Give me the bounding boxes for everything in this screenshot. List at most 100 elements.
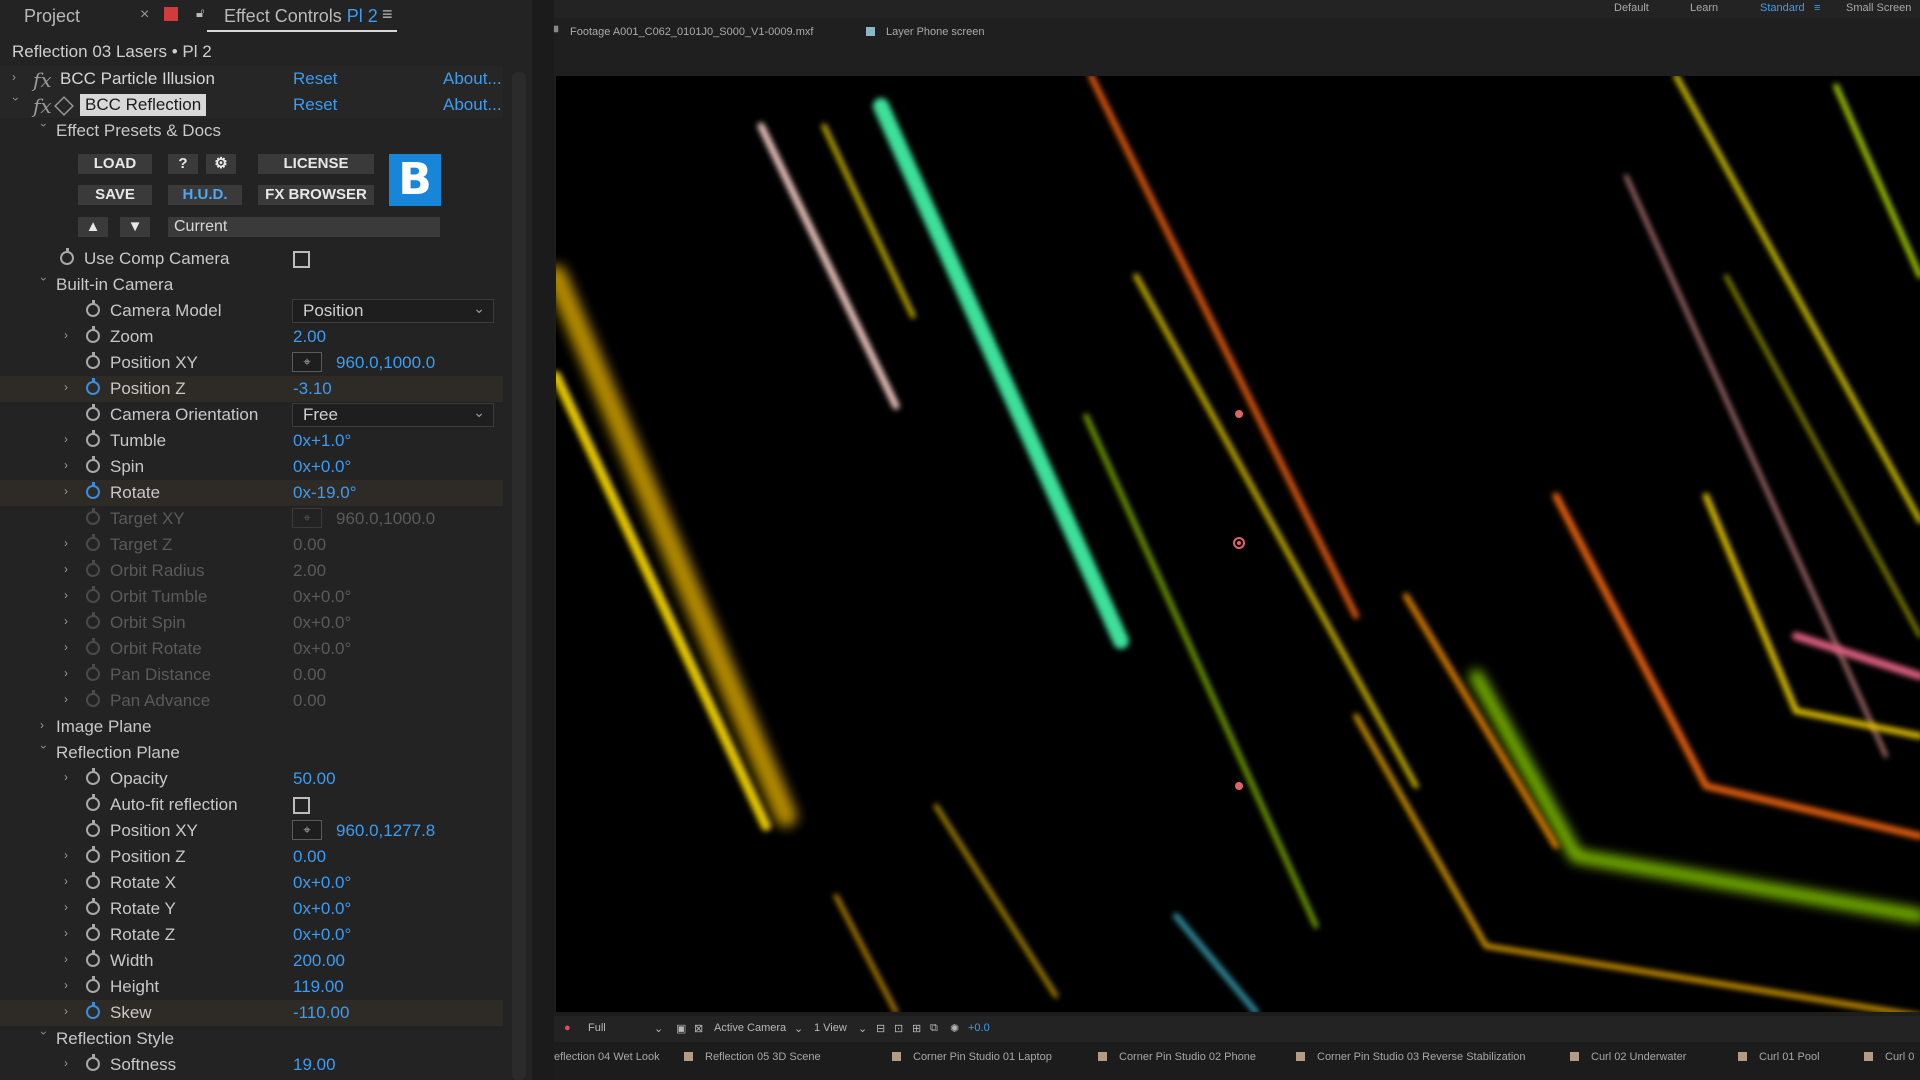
- stopwatch-icon[interactable]: [86, 794, 100, 811]
- stopwatch-icon[interactable]: [86, 326, 100, 343]
- composition-viewport[interactable]: [556, 76, 1920, 1012]
- prop-opacity[interactable]: › Opacity 50.00: [0, 766, 503, 792]
- prop-value[interactable]: 0x+1.0°: [293, 431, 351, 451]
- twirl-closed-icon[interactable]: ›: [64, 875, 74, 887]
- camera-dropdown[interactable]: Active Camera: [714, 1022, 786, 1034]
- prop-rotate[interactable]: › Rotate 0x-19.0°: [0, 480, 503, 506]
- stopwatch-icon[interactable]: [86, 456, 100, 473]
- group-reflection-plane[interactable]: › Reflection Plane: [0, 740, 503, 766]
- twirl-closed-icon[interactable]: ›: [64, 485, 74, 497]
- comp-tab[interactable]: eflection 04 Wet Look: [554, 1051, 660, 1063]
- stopwatch-active-icon[interactable]: [86, 1002, 100, 1019]
- prop-position-xy[interactable]: Position XY ⌖ 960.0,1000.0: [0, 350, 503, 376]
- prop-value[interactable]: 19.00: [293, 1055, 336, 1075]
- twirl-closed-icon[interactable]: ›: [64, 433, 74, 445]
- exposure-icon[interactable]: ✺: [950, 1022, 959, 1035]
- prop-position-z[interactable]: › Position Z -3.10: [0, 376, 503, 402]
- stopwatch-icon[interactable]: [86, 820, 100, 837]
- prop-skew[interactable]: › Skew -110.00: [0, 1000, 503, 1026]
- prop-rotate-z[interactable]: › Rotate Z 0x+0.0°: [0, 922, 503, 948]
- exposure-value[interactable]: +0.0: [968, 1022, 990, 1034]
- region-of-interest-icon[interactable]: ▣: [676, 1022, 686, 1035]
- chevron-down-icon[interactable]: ⌄: [654, 1022, 663, 1035]
- comp-tab[interactable]: Corner Pin Studio 01 Laptop: [892, 1051, 1052, 1063]
- twirl-closed-icon[interactable]: ›: [64, 329, 74, 341]
- stopwatch-icon[interactable]: [86, 430, 100, 447]
- stopwatch-icon[interactable]: [86, 976, 100, 993]
- workspace-learn[interactable]: Learn: [1690, 2, 1718, 14]
- prop-value[interactable]: 50.00: [293, 769, 336, 789]
- tab-layer[interactable]: Layer Phone screen: [886, 26, 984, 38]
- camera-model-dropdown[interactable]: Position ⌄: [292, 299, 494, 323]
- twirl-closed-icon[interactable]: ›: [64, 1057, 74, 1069]
- prop-value[interactable]: 960.0,1277.8: [336, 821, 435, 841]
- prop-value[interactable]: 0x+0.0°: [293, 457, 351, 477]
- prop-width[interactable]: › Width 200.00: [0, 948, 503, 974]
- prop-rotate-y[interactable]: › Rotate Y 0x+0.0°: [0, 896, 503, 922]
- panel-divider[interactable]: [532, 0, 554, 1080]
- twirl-closed-icon[interactable]: ›: [64, 979, 74, 991]
- timeline-icon[interactable]: ⊞: [912, 1022, 921, 1035]
- prop-value[interactable]: 200.00: [293, 951, 345, 971]
- stopwatch-icon[interactable]: [86, 846, 100, 863]
- resolution-dropdown[interactable]: Full: [588, 1022, 606, 1034]
- stopwatch-active-icon[interactable]: [86, 378, 100, 395]
- twirl-closed-icon[interactable]: ›: [64, 849, 74, 861]
- transparency-grid-icon[interactable]: ⊠: [694, 1022, 703, 1035]
- twirl-closed-icon[interactable]: ›: [64, 901, 74, 913]
- prop-value[interactable]: 2.00: [293, 327, 326, 347]
- twirl-closed-icon[interactable]: ›: [64, 381, 74, 393]
- color-picker-icon[interactable]: ●: [564, 1022, 571, 1034]
- twirl-closed-icon[interactable]: ›: [64, 1005, 74, 1017]
- prop-tumble[interactable]: › Tumble 0x+1.0°: [0, 428, 503, 454]
- comp-tab[interactable]: Corner Pin Studio 03 Reverse Stabilizati…: [1296, 1051, 1526, 1063]
- twirl-open-icon[interactable]: ›: [37, 745, 51, 755]
- workspace-standard[interactable]: Standard: [1760, 2, 1805, 14]
- prop-value[interactable]: 0x+0.0°: [293, 925, 351, 945]
- panel-scrollbar[interactable]: [512, 72, 526, 1080]
- chevron-down-icon[interactable]: ⌄: [794, 1022, 803, 1035]
- prop-value[interactable]: -110.00: [293, 1003, 349, 1023]
- comp-tab[interactable]: Corner Pin Studio 02 Phone: [1098, 1051, 1256, 1063]
- stopwatch-active-icon[interactable]: [86, 482, 100, 499]
- comp-tab[interactable]: Curl 02 Underwater: [1570, 1051, 1686, 1063]
- twirl-closed-icon[interactable]: ›: [64, 459, 74, 471]
- workspace-small-screen[interactable]: Small Screen: [1846, 2, 1911, 14]
- crosshair-icon[interactable]: ⌖: [292, 820, 322, 840]
- prop-camera-model[interactable]: Camera Model Position ⌄: [0, 298, 503, 324]
- views-dropdown[interactable]: 1 View: [814, 1022, 847, 1034]
- twirl-closed-icon[interactable]: ›: [64, 771, 74, 783]
- prop-value[interactable]: 119.00: [293, 977, 344, 997]
- prop-value[interactable]: 960.0,1000.0: [336, 353, 435, 373]
- stopwatch-icon[interactable]: [86, 352, 100, 369]
- use-comp-camera-checkbox[interactable]: [293, 251, 310, 268]
- stopwatch-icon[interactable]: [86, 404, 100, 421]
- prop-value[interactable]: 0x-19.0°: [293, 483, 357, 503]
- comp-tab[interactable]: Curl 01 Pool: [1738, 1051, 1820, 1063]
- prop-camera-orientation[interactable]: Camera Orientation Free ⌄: [0, 402, 503, 428]
- prop-value[interactable]: 0.00: [293, 847, 326, 867]
- stopwatch-icon[interactable]: [86, 950, 100, 967]
- prop-spin[interactable]: › Spin 0x+0.0°: [0, 454, 503, 480]
- workspace-menu-icon[interactable]: ≡: [1814, 2, 1820, 14]
- tab-footage[interactable]: Footage A001_C062_0101J0_S000_V1-0009.mx…: [570, 26, 813, 38]
- prop-rp-position-xy[interactable]: Position XY ⌖ 960.0,1277.8: [0, 818, 503, 844]
- twirl-open-icon[interactable]: ›: [37, 1031, 51, 1041]
- toggle-pixel-aspect-icon[interactable]: ⊟: [876, 1022, 885, 1035]
- stopwatch-icon[interactable]: [86, 872, 100, 889]
- prop-height[interactable]: › Height 119.00: [0, 974, 503, 1000]
- group-reflection-style[interactable]: › Reflection Style: [0, 1026, 503, 1052]
- tab-grip-icon[interactable]: ▘: [554, 26, 562, 39]
- prop-value[interactable]: -3.10: [293, 379, 332, 399]
- prop-rp-position-z[interactable]: › Position Z 0.00: [0, 844, 503, 870]
- twirl-closed-icon[interactable]: ›: [64, 953, 74, 965]
- chevron-down-icon[interactable]: ⌄: [858, 1022, 867, 1035]
- comp-tab[interactable]: Curl 0: [1864, 1051, 1914, 1063]
- stopwatch-icon[interactable]: [86, 300, 100, 317]
- prop-softness[interactable]: › Softness 19.00: [0, 1052, 503, 1078]
- twirl-open-icon[interactable]: ›: [37, 277, 51, 287]
- fast-preview-icon[interactable]: ⊡: [894, 1022, 903, 1035]
- prop-value[interactable]: 0x+0.0°: [293, 899, 351, 919]
- twirl-closed-icon[interactable]: ›: [40, 719, 50, 731]
- prop-rotate-x[interactable]: › Rotate X 0x+0.0°: [0, 870, 503, 896]
